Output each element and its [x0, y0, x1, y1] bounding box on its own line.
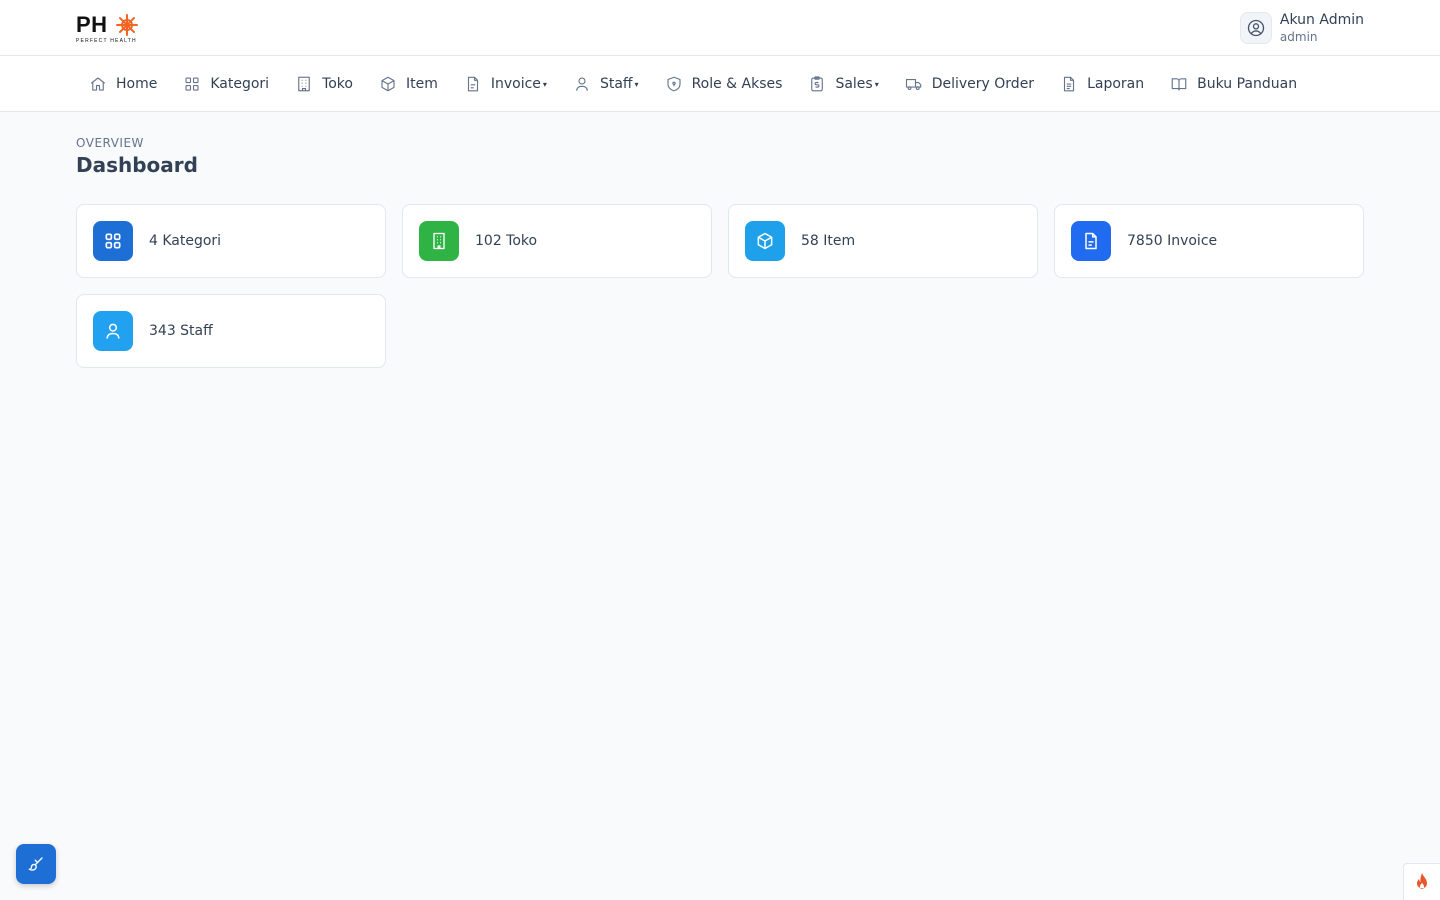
nav-item-staff[interactable]: Staff ▾ — [560, 66, 652, 102]
stat-icon-box — [1071, 221, 1111, 261]
stat-card-toko[interactable]: 102 Toko — [402, 204, 712, 278]
clipboard-dollar-icon — [811, 76, 824, 92]
stat-icon-box — [93, 311, 133, 351]
truck-icon — [905, 78, 922, 91]
stat-label: 58 Item — [801, 233, 856, 249]
nav-label: Laporan — [1087, 76, 1145, 92]
nav-label: Home — [116, 76, 158, 92]
user-role: admin — [1279, 30, 1318, 44]
nav-item-item[interactable]: Item — [366, 66, 451, 102]
page-title: Dashboard — [76, 153, 198, 177]
nav-label: Invoice — [490, 76, 541, 92]
stat-label: 7850 Invoice — [1127, 233, 1218, 249]
logo-subtitle: PERFECT HEALTH — [76, 38, 137, 44]
home-icon — [90, 77, 106, 91]
corner-badge[interactable] — [1403, 863, 1440, 900]
user-menu[interactable]: Akun Admin admin — [1239, 10, 1364, 46]
stat-label: 4 Kategori — [149, 233, 222, 249]
nav-item-home[interactable]: Home — [76, 66, 170, 102]
user-icon — [576, 77, 588, 91]
stat-card-item[interactable]: 58 Item — [728, 204, 1038, 278]
file-icon — [467, 76, 478, 92]
stat-icon-box — [745, 221, 785, 261]
chevron-down-icon: ▾ — [634, 79, 639, 89]
nav-item-buku-panduan[interactable]: Buku Panduan — [1157, 66, 1310, 102]
nav-label: Kategori — [210, 76, 270, 92]
brush-icon — [28, 857, 43, 871]
theme-brush-button[interactable] — [16, 844, 56, 884]
nav-item-laporan[interactable]: Laporan — [1047, 66, 1157, 102]
nav-item-invoice[interactable]: Invoice ▾ — [451, 66, 560, 102]
stat-label: 102 Toko — [475, 233, 538, 249]
flame-icon — [1417, 872, 1427, 890]
logo-text: PH — [76, 12, 108, 37]
building-icon — [433, 232, 445, 250]
user-circle-icon — [1247, 19, 1265, 37]
stat-icon-box — [419, 221, 459, 261]
logo-mark-icon — [116, 14, 138, 36]
nav-label: Staff — [599, 76, 633, 92]
stat-card-staff[interactable]: 343 Staff — [76, 294, 386, 368]
nav-item-toko[interactable]: Toko — [282, 66, 366, 102]
book-icon — [1171, 78, 1187, 91]
nav-label: Role & Akses — [691, 76, 783, 92]
avatar[interactable] — [1239, 12, 1272, 44]
user-name: Akun Admin — [1279, 12, 1364, 28]
nav-label: Sales — [835, 76, 873, 92]
shield-icon — [667, 76, 681, 92]
box-icon — [381, 76, 395, 92]
building-icon — [298, 76, 310, 92]
stat-card-invoice[interactable]: 7850 Invoice — [1054, 204, 1364, 278]
page-eyebrow: OVERVIEW — [76, 136, 144, 150]
app-logo[interactable]: PH PERFECT HEALTH — [76, 12, 142, 46]
chevron-down-icon: ▾ — [542, 79, 547, 89]
grid-icon — [185, 77, 199, 91]
box-icon — [757, 232, 773, 250]
nav-label: Toko — [322, 76, 353, 92]
grid-icon — [105, 233, 121, 249]
nav-item-kategori[interactable]: Kategori — [170, 66, 282, 102]
nav-label: Delivery Order — [931, 76, 1035, 92]
stat-card-kategori[interactable]: 4 Kategori — [76, 204, 386, 278]
document-icon — [1064, 76, 1075, 92]
nav-item-role-akses[interactable]: Role & Akses — [652, 66, 796, 102]
nav-item-sales[interactable]: Sales ▾ — [795, 66, 891, 102]
nav-label: Buku Panduan — [1197, 76, 1298, 92]
stat-label: 343 Staff — [149, 323, 213, 339]
nav-item-delivery-order[interactable]: Delivery Order — [892, 66, 1047, 102]
chevron-down-icon: ▾ — [874, 79, 879, 89]
file-icon — [1085, 232, 1097, 250]
user-icon — [106, 323, 120, 339]
nav-label: Item — [405, 76, 438, 92]
stat-icon-box — [93, 221, 133, 261]
top-bar: PH PERFECT HEALTH Akun Admin admin — [0, 0, 1440, 56]
main-nav: Home Kategori Toko Item Invoice ▾ Staff … — [0, 56, 1440, 112]
